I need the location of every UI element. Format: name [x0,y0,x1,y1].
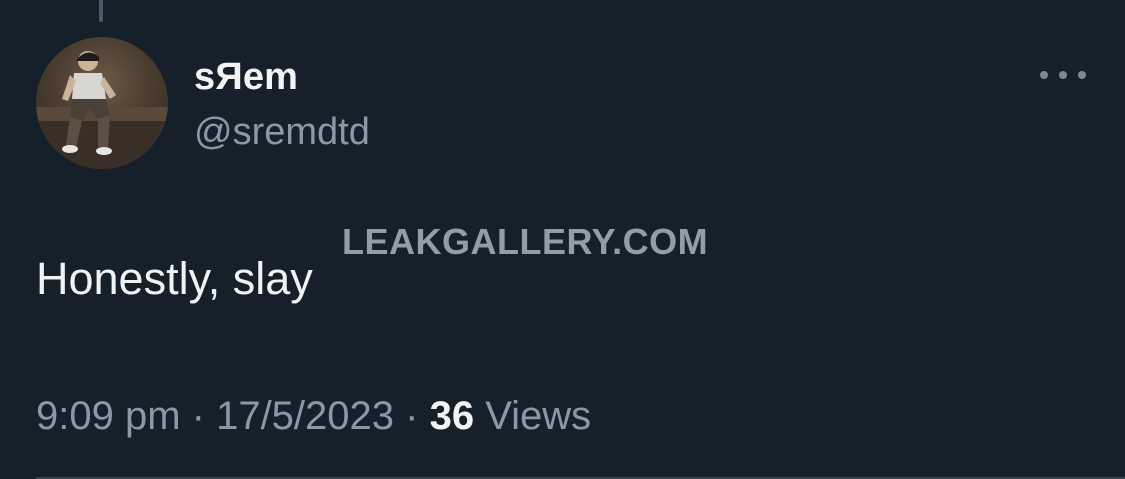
author-display-name[interactable]: sЯem [194,55,298,99]
tweet-text: Honestly, slay [36,253,313,304]
tweet-meta: 9:09 pm · 17/5/2023 · 36 Views [36,392,591,440]
tweet-date[interactable]: 17/5/2023 [216,394,394,438]
avatar[interactable] [36,37,168,169]
author-handle[interactable]: @sremdtd [194,110,370,154]
more-options-icon[interactable] [1040,62,1086,88]
more-dot [1078,71,1086,79]
views-label: Views [474,394,592,438]
more-dot [1059,71,1067,79]
meta-separator: · [394,394,430,438]
views-count[interactable]: 36 [430,394,475,438]
watermark-text: LEAKGALLERY.COM [342,221,709,262]
meta-separator: · [180,394,217,438]
more-dot [1040,71,1048,79]
profile-photo-icon [36,51,168,169]
tweet-time[interactable]: 9:09 pm [36,394,181,438]
thread-connector-line [99,0,103,22]
